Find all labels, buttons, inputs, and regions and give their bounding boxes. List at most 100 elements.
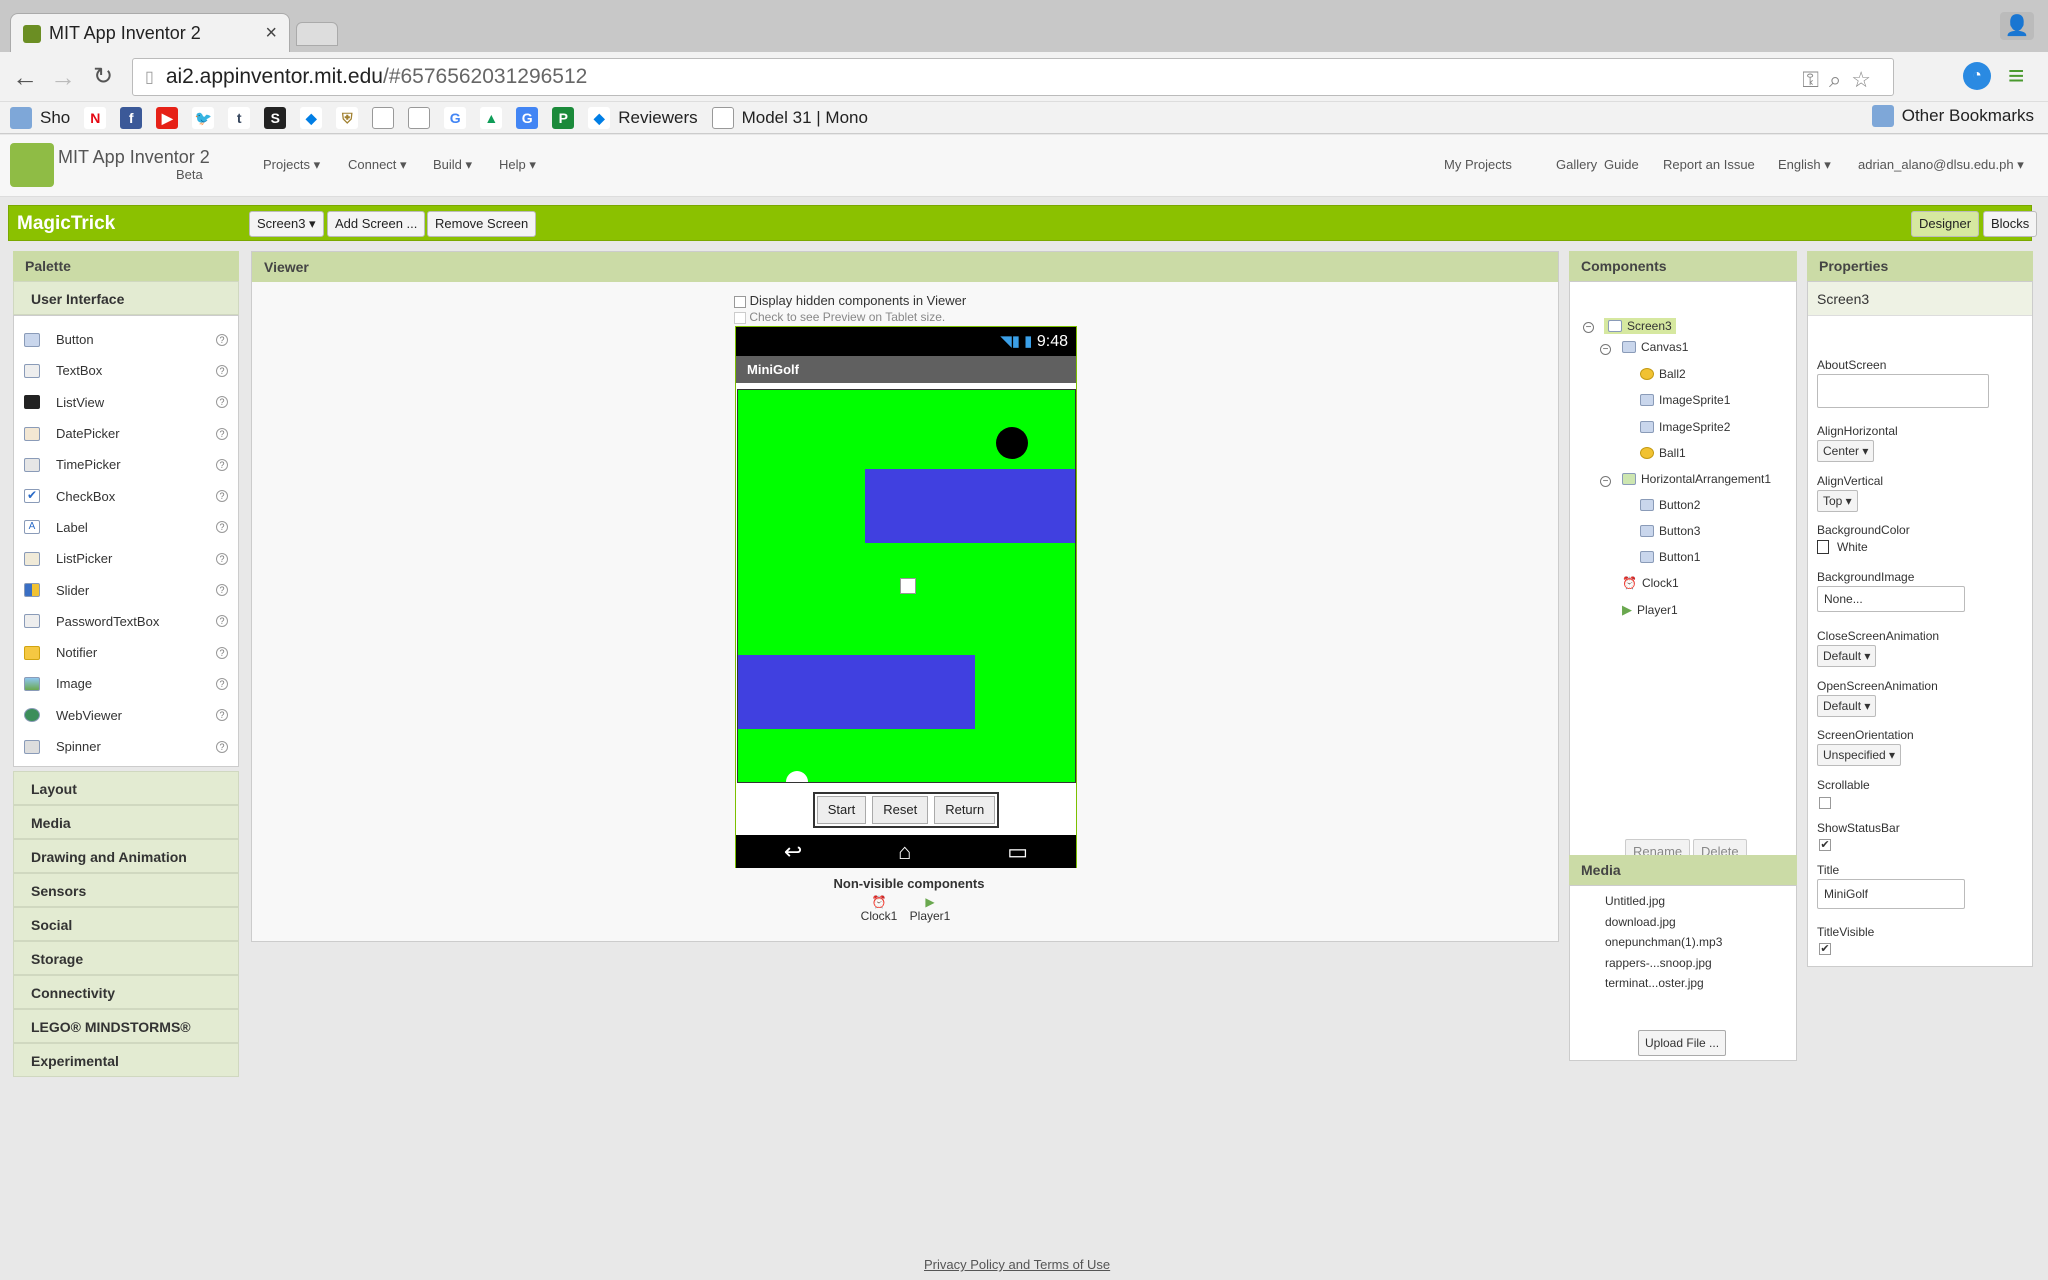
- youtube-icon[interactable]: ▶: [156, 106, 179, 129]
- palette-item-spinner[interactable]: Spinner?: [14, 731, 238, 762]
- forward-icon[interactable]: →: [46, 60, 80, 94]
- new-tab-button[interactable]: [296, 22, 338, 46]
- media-file[interactable]: terminat...oster.jpg: [1605, 976, 1796, 997]
- profile-icon[interactable]: 👤: [2000, 12, 2034, 40]
- align-horizontal-select[interactable]: Center ▾: [1817, 440, 1875, 462]
- palette-item-label[interactable]: A Label?: [14, 512, 238, 543]
- menu-guide[interactable]: Guide: [1604, 157, 1639, 172]
- background-image-input[interactable]: None...: [1817, 586, 1965, 612]
- palette-section-media[interactable]: Media: [13, 805, 239, 840]
- hidden-checkbox[interactable]: [734, 295, 746, 308]
- palette-item-passwordtextbox[interactable]: PasswordTextBox?: [14, 606, 238, 637]
- palette-section-storage[interactable]: Storage: [13, 941, 239, 976]
- screen-select[interactable]: Screen3 ▾: [249, 211, 324, 237]
- help-icon[interactable]: ?: [216, 364, 228, 377]
- back-icon[interactable]: ←: [8, 60, 42, 94]
- facebook-icon[interactable]: f: [120, 106, 143, 129]
- palette-section-user-interface[interactable]: User Interface: [13, 281, 239, 315]
- background-color-value[interactable]: White: [1817, 540, 1868, 554]
- tree-node-button2[interactable]: Button2: [1640, 498, 1700, 512]
- help-icon[interactable]: ?: [216, 615, 228, 628]
- title-visible-checkbox[interactable]: ✔: [1819, 943, 1831, 955]
- palette-item-timepicker[interactable]: TimePicker?: [14, 449, 238, 480]
- drive-icon[interactable]: ▲: [480, 106, 503, 129]
- menu-report-issue[interactable]: Report an Issue: [1663, 157, 1755, 172]
- palette-section-social[interactable]: Social: [13, 907, 239, 942]
- tree-node-imagesprite1[interactable]: ImageSprite1: [1640, 393, 1730, 407]
- palette-section-drawing[interactable]: Drawing and Animation: [13, 839, 239, 874]
- imagesprite2[interactable]: [738, 655, 975, 729]
- bookmark-reviewers[interactable]: ◆ Reviewers: [588, 106, 698, 129]
- upload-file-button[interactable]: Upload File ...: [1638, 1030, 1727, 1056]
- return-button[interactable]: Return: [934, 796, 996, 824]
- collapse-icon[interactable]: −: [1583, 322, 1594, 333]
- media-file[interactable]: download.jpg: [1605, 915, 1796, 936]
- palette-section-sensors[interactable]: Sensors: [13, 873, 239, 908]
- translate-icon[interactable]: G: [516, 106, 539, 129]
- key-icon[interactable]: ⚿: [1802, 67, 1819, 93]
- menu-account[interactable]: adrian_alano@dlsu.edu.ph ▾: [1858, 157, 2024, 173]
- media-file[interactable]: rappers-...snoop.jpg: [1605, 956, 1796, 977]
- palette-item-listpicker[interactable]: ListPicker?: [14, 543, 238, 574]
- page-icon[interactable]: [372, 106, 395, 129]
- remove-screen-button[interactable]: Remove Screen: [427, 211, 537, 237]
- palette-section-layout[interactable]: Layout: [13, 771, 239, 806]
- scrollable-checkbox[interactable]: [1819, 797, 1831, 809]
- other-bookmarks[interactable]: Other Bookmarks: [1871, 105, 2034, 127]
- tree-node-clock1[interactable]: ⏰ Clock1: [1622, 576, 1679, 590]
- nonvisible-clock1[interactable]: ⏰ Clock1: [859, 895, 899, 923]
- tree-node-horizontalarrangement1[interactable]: HorizontalArrangement1: [1622, 472, 1771, 486]
- browser-tab[interactable]: MIT App Inventor 2 ×: [10, 13, 290, 53]
- palette-item-textbox[interactable]: TextBox?: [14, 355, 238, 386]
- star-icon[interactable]: ☆: [1851, 67, 1871, 93]
- palette-item-webviewer[interactable]: WebViewer?: [14, 700, 238, 731]
- tree-node-canvas1[interactable]: Canvas1: [1622, 340, 1688, 354]
- address-bar[interactable]: ▯ ai2.appinventor.mit.edu/#6576562031296…: [132, 58, 1894, 96]
- tablet-preview-toggle[interactable]: Check to see Preview on Tablet size.: [734, 310, 945, 324]
- help-icon[interactable]: ?: [216, 552, 228, 565]
- tree-node-imagesprite2[interactable]: ImageSprite2: [1640, 420, 1730, 434]
- help-icon[interactable]: ?: [216, 584, 228, 597]
- palette-item-listview[interactable]: ListView?: [14, 387, 238, 418]
- tab-close-icon[interactable]: ×: [265, 22, 277, 45]
- designer-button[interactable]: Designer: [1911, 211, 1980, 237]
- imagesprite1[interactable]: [865, 469, 1075, 543]
- help-icon[interactable]: ?: [216, 521, 228, 534]
- ball2[interactable]: [996, 427, 1028, 459]
- menu-language[interactable]: English ▾: [1778, 157, 1831, 173]
- align-vertical-select[interactable]: Top ▾: [1817, 490, 1858, 512]
- bookmark-sho[interactable]: Sho: [10, 106, 70, 129]
- app-inventor-logo-icon[interactable]: [10, 143, 54, 187]
- dropbox-icon[interactable]: ◆: [300, 106, 323, 129]
- help-icon[interactable]: ?: [216, 396, 228, 409]
- menu-projects[interactable]: Projects ▾: [263, 157, 320, 173]
- about-screen-input[interactable]: [1817, 374, 1989, 408]
- close-animation-select[interactable]: Default ▾: [1817, 645, 1877, 667]
- help-icon[interactable]: ?: [216, 333, 228, 346]
- palette-item-button[interactable]: Button?: [14, 324, 238, 355]
- tablet-checkbox[interactable]: [734, 311, 746, 324]
- orientation-select[interactable]: Unspecified ▾: [1817, 744, 1902, 766]
- privacy-link[interactable]: Privacy Policy and Terms of Use: [924, 1257, 1110, 1272]
- chrome-menu-icon[interactable]: ≡: [2008, 60, 2024, 92]
- palette-item-datepicker[interactable]: DatePicker?: [14, 418, 238, 449]
- title-input[interactable]: MiniGolf: [1817, 879, 1965, 909]
- media-file[interactable]: onepunchman(1).mp3: [1605, 935, 1796, 956]
- p-icon[interactable]: P: [552, 106, 575, 129]
- palette-item-checkbox[interactable]: ✔ CheckBox?: [14, 480, 238, 511]
- menu-my-projects[interactable]: My Projects: [1444, 157, 1512, 172]
- tree-node-button1[interactable]: Button1: [1640, 550, 1700, 564]
- reset-button[interactable]: Reset: [872, 796, 929, 824]
- start-button[interactable]: Start: [816, 796, 867, 824]
- tumblr-icon[interactable]: t: [228, 106, 251, 129]
- menu-build[interactable]: Build ▾: [433, 157, 472, 173]
- help-icon[interactable]: ?: [216, 740, 228, 753]
- help-icon[interactable]: ?: [216, 677, 228, 690]
- bookmark-model31[interactable]: Model 31 | Mono: [711, 106, 868, 129]
- palette-item-image[interactable]: Image?: [14, 668, 238, 699]
- help-icon[interactable]: ?: [216, 709, 228, 722]
- collapse-icon[interactable]: −: [1600, 476, 1611, 487]
- google-icon[interactable]: G: [444, 106, 467, 129]
- canvas1[interactable]: [737, 389, 1076, 783]
- menu-help[interactable]: Help ▾: [499, 157, 536, 173]
